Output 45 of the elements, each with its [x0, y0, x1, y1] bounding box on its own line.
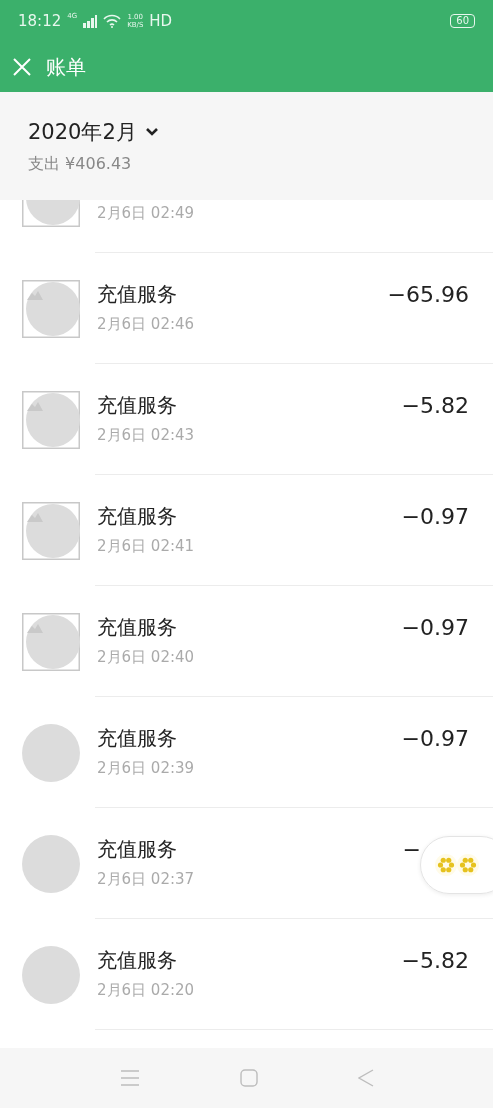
transaction-title: 充值服务	[97, 948, 178, 972]
transaction-time: 2月6日 02:37	[97, 870, 196, 888]
transaction-title: 充值服务	[97, 504, 178, 528]
transaction-amount: −0.97	[401, 725, 469, 753]
flower-icon	[457, 854, 479, 876]
transaction-time: 2月6日 02:20	[97, 981, 196, 999]
image-placeholder-icon	[22, 391, 80, 449]
image-placeholder-icon	[22, 613, 80, 671]
home-icon[interactable]	[239, 1069, 258, 1087]
avatar-icon	[22, 835, 80, 893]
battery-indicator: 60	[450, 14, 475, 28]
transaction-amount: −65.96	[387, 281, 469, 309]
transaction-title: 充值服务	[97, 393, 178, 417]
transaction-amount: −5.82	[401, 392, 469, 420]
clock: 18:12	[18, 12, 62, 30]
avatar-icon	[22, 946, 80, 1004]
transaction-title: 充值服务	[97, 615, 178, 639]
image-placeholder-icon	[22, 280, 80, 338]
page-title: 账单	[46, 53, 86, 81]
transaction-time: 2月6日 02:43	[97, 426, 196, 444]
transaction-time: 2月6日 02:39	[97, 759, 196, 777]
month-selector[interactable]: 2020年2月	[28, 117, 159, 146]
transaction-amount: −0.97	[401, 503, 469, 531]
transaction-title: 充值服务	[97, 282, 178, 306]
flower-icon	[435, 854, 457, 876]
close-icon[interactable]	[12, 57, 32, 77]
transaction-time: 2月6日 02:46	[97, 315, 196, 333]
wifi-icon	[103, 14, 122, 28]
transaction-title: 充值服务	[97, 837, 178, 861]
hd-label: HD	[149, 12, 173, 30]
avatar-icon	[22, 724, 80, 782]
signal-icon	[83, 14, 98, 28]
transaction-time: 2月6日 02:41	[97, 537, 196, 555]
transaction-time: 2月6日 02:49	[97, 204, 196, 222]
transaction-title: 充值服务	[97, 726, 178, 750]
floating-widget[interactable]	[420, 836, 493, 894]
expense-total: 支出 ¥406.43	[28, 153, 133, 175]
chevron-down-icon	[144, 127, 159, 136]
image-placeholder-icon	[22, 502, 80, 560]
transaction-time: 2月6日 02:40	[97, 648, 196, 666]
menu-icon[interactable]	[119, 1070, 140, 1086]
back-icon[interactable]	[357, 1069, 374, 1087]
transaction-amount: −5.82	[401, 947, 469, 975]
transaction-amount: −	[402, 836, 421, 864]
transaction-amount: −0.97	[401, 614, 469, 642]
